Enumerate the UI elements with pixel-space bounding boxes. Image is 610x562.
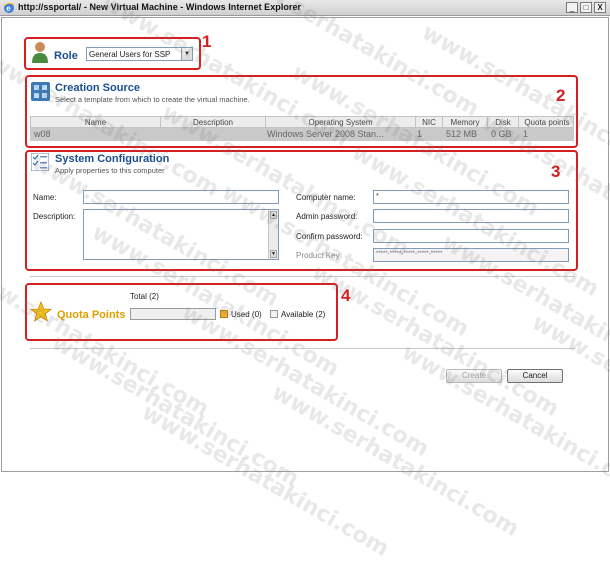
role-dropdown-value: General Users for SSP (89, 50, 170, 59)
annotation-number-3: 3 (551, 163, 560, 180)
chevron-down-icon[interactable]: ▼ (181, 48, 192, 60)
svg-text:e: e (6, 4, 11, 13)
computer-name-field[interactable]: * (373, 190, 569, 204)
cell-memory: 512 MB (446, 128, 486, 141)
creation-source-title: Creation Source (55, 82, 140, 94)
section-divider (30, 276, 575, 277)
available-legend-swatch (270, 310, 278, 318)
confirm-password-label: Confirm password: (296, 232, 363, 241)
cancel-button[interactable]: Cancel (507, 369, 563, 383)
used-legend-swatch (220, 310, 228, 318)
annotation-number-4: 4 (341, 287, 350, 304)
create-button[interactable]: Create (446, 369, 502, 383)
template-grid-header: Name Description Operating System NIC Me… (30, 116, 574, 128)
quota-points-title: Quota Points (57, 309, 125, 321)
role-label: Role (54, 50, 78, 62)
internet-explorer-icon: e (3, 2, 15, 14)
description-scrollbar[interactable]: ▲ ▼ (268, 210, 278, 259)
footer-divider (30, 348, 575, 349)
scroll-down-icon[interactable]: ▼ (270, 250, 277, 258)
maximize-button[interactable]: □ (580, 2, 592, 13)
admin-password-field[interactable] (373, 209, 569, 223)
star-icon (30, 301, 52, 323)
role-dropdown[interactable]: General Users for SSP ▼ (86, 47, 193, 61)
product-key-label: Product Key (296, 251, 340, 260)
product-key-field[interactable]: *****-*****-*****-*****-***** (373, 248, 569, 262)
table-row[interactable]: w08 Windows Server 2008 Stan... 1 512 MB… (30, 128, 574, 141)
creation-source-subtitle: Select a template from which to create t… (55, 95, 250, 104)
column-header-quota[interactable]: Quota points (519, 117, 575, 127)
template-gallery-icon (31, 82, 50, 101)
cell-name: w08 (34, 128, 159, 141)
window-title: http://ssportal/ - New Virtual Machine -… (18, 2, 301, 12)
checklist-icon (31, 153, 49, 171)
system-config-title: System Configuration (55, 153, 169, 165)
cell-disk: 0 GB (491, 128, 519, 141)
quota-progress-bar (130, 308, 216, 320)
column-header-os[interactable]: Operating System (266, 117, 416, 127)
minimize-button[interactable]: _ (566, 2, 578, 13)
column-header-nic[interactable]: NIC (416, 117, 443, 127)
quota-available-label: Available (2) (281, 310, 325, 319)
cell-nic: 1 (417, 128, 441, 141)
scroll-up-icon[interactable]: ▲ (270, 211, 277, 219)
user-role-icon (30, 40, 50, 64)
column-header-name[interactable]: Name (31, 117, 161, 127)
admin-password-label: Admin password: (296, 212, 357, 221)
cell-description (162, 128, 262, 141)
column-header-disk[interactable]: Disk (488, 117, 519, 127)
system-config-subtitle: Apply properties to this computer (55, 166, 165, 175)
computer-name-label: Computer name: (296, 193, 356, 202)
confirm-password-field[interactable] (373, 229, 569, 243)
name-label: Name: (33, 193, 57, 202)
close-button[interactable]: X (594, 2, 606, 13)
annotation-number-1: 1 (202, 33, 211, 50)
column-header-description[interactable]: Description (161, 117, 266, 127)
name-field[interactable] (83, 190, 279, 204)
annotation-number-2: 2 (556, 87, 565, 104)
quota-used-label: Used (0) (231, 310, 262, 319)
description-field[interactable]: ▲ ▼ (83, 209, 279, 260)
description-label: Description: (33, 212, 75, 221)
cell-os: Windows Server 2008 Stan... (267, 128, 414, 141)
quota-total-label: Total (2) (130, 292, 159, 301)
column-header-memory[interactable]: Memory (443, 117, 488, 127)
window-titlebar: e http://ssportal/ - New Virtual Machine… (0, 0, 610, 16)
cell-quota: 1 (523, 128, 573, 141)
